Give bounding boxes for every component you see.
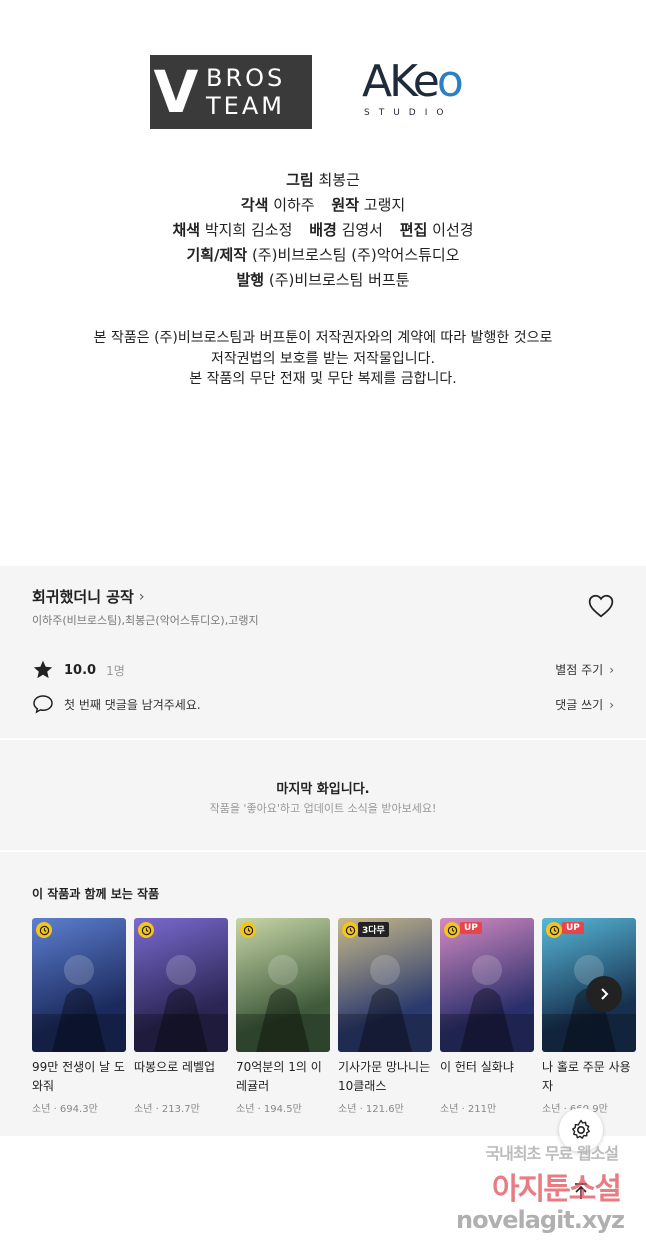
vbros-logo-letter: V <box>153 58 199 126</box>
credit-line-art: 그림 최봉근 <box>286 171 360 189</box>
recommendation-title: 나 홀로 주문 사용자 <box>542 1060 631 1093</box>
rate-button[interactable]: 별점 주기 › <box>555 661 614 678</box>
akeo-logo-main: AKeo <box>362 56 464 107</box>
credits-section: V BROS TEAM AKeo STUDIO 그림 최봉근 각색 이하주 원작… <box>0 0 646 566</box>
clock-icon <box>546 922 562 938</box>
recommendation-meta: 소년 · 121.6만 <box>338 1104 404 1115</box>
rating-row: 10.0 1명 <box>32 659 125 681</box>
recommendation-meta: 소년 · 694.3만 <box>32 1104 98 1115</box>
recommendation-title: 이 헌터 실화냐 <box>440 1060 514 1074</box>
rater-count: 1명 <box>106 663 125 678</box>
rating-score: 10.0 <box>64 662 97 678</box>
recommendation-card[interactable]: UP 이 헌터 실화냐 소년 · 211만 <box>440 918 534 1115</box>
work-title: 회귀했더니 공작 <box>32 588 134 606</box>
cover-art <box>32 955 126 1052</box>
chevron-right-icon: › <box>609 662 614 677</box>
chevron-right-icon <box>601 988 609 1000</box>
gear-icon <box>572 1119 590 1139</box>
speech-bubble-icon <box>33 695 53 714</box>
work-info-section: 회귀했더니 공작 › 이하주(비브로스팀),최봉근(악어스튜디오),고랭지 10… <box>0 566 646 738</box>
status-badge: 3다무 <box>358 922 389 937</box>
recommendation-meta: 소년 · 213.7만 <box>134 1104 200 1115</box>
last-episode-subtitle: 작품을 '좋아요'하고 업데이트 소식을 받아보세요! <box>209 802 437 815</box>
recommendation-meta: 소년 · 194.5만 <box>236 1104 302 1115</box>
cover-thumbnail <box>134 918 228 1052</box>
recommendation-card[interactable]: 70억분의 1의 이레귤러 소년 · 194.5만 <box>236 918 330 1115</box>
cover-thumbnail <box>236 918 330 1052</box>
clock-icon <box>240 922 256 938</box>
comment-row: 첫 번째 댓글을 남겨주세요. <box>32 694 201 714</box>
akeo-studio-logo: AKeo STUDIO <box>362 60 487 124</box>
credit-line-production: 기획/제작 (주)비브로스팀 (주)악어스튜디오 <box>186 246 460 264</box>
credit-line-adaptation: 각색 이하주 원작 고랭지 <box>240 196 406 214</box>
clock-icon <box>36 922 52 938</box>
recommendation-card[interactable]: 99만 전생이 날 도와줘 소년 · 694.3만 <box>32 918 126 1115</box>
cover-art <box>338 955 432 1052</box>
work-title-link[interactable]: 회귀했더니 공작 › <box>32 586 144 607</box>
clock-icon <box>342 922 358 938</box>
scroll-top-button[interactable] <box>566 1176 596 1206</box>
recommendation-card[interactable]: 3다무 기사가문 망나니는 10클래스 소년 · 121.6만 <box>338 918 432 1115</box>
cover-art <box>440 955 534 1052</box>
carousel-next-button[interactable] <box>586 976 622 1012</box>
star-icon <box>33 660 53 679</box>
arrow-up-icon <box>575 1183 587 1199</box>
recommendations-heading: 이 작품과 함께 보는 작품 <box>32 887 160 901</box>
recommendation-title: 기사가문 망나니는 10클래스 <box>338 1060 431 1093</box>
copyright-notice: 본 작품은 (주)비브로스팀과 버프툰이 저작권자와의 계약에 따라 발행한 것… <box>93 330 553 387</box>
cover-art <box>134 955 228 1052</box>
vbros-team-logo: V BROS TEAM <box>150 55 312 129</box>
clock-icon <box>444 922 460 938</box>
heart-icon[interactable] <box>588 594 614 618</box>
recommendation-title: 70억분의 1의 이레귤러 <box>236 1060 322 1093</box>
settings-button[interactable] <box>559 1108 603 1152</box>
up-badge: UP <box>460 922 482 934</box>
recommendation-list: 99만 전생이 날 도와줘 소년 · 694.3만 따봉으로 레벨업 소년 · … <box>32 918 636 1115</box>
chevron-right-icon: › <box>138 588 145 605</box>
comment-prompt: 첫 번째 댓글을 남겨주세요. <box>64 697 201 712</box>
last-episode-title: 마지막 화입니다. <box>276 782 370 797</box>
recommendation-card[interactable]: 따봉으로 레벨업 소년 · 213.7만 <box>134 918 228 1115</box>
cover-thumbnail <box>32 918 126 1052</box>
recommendation-title: 따봉으로 레벨업 <box>134 1060 216 1074</box>
chevron-right-icon: › <box>609 697 614 712</box>
recommendation-title: 99만 전생이 날 도와줘 <box>32 1060 125 1093</box>
akeo-logo-sub: STUDIO <box>364 108 453 118</box>
cover-thumbnail: UP <box>440 918 534 1052</box>
work-authors: 이하주(비브로스팀),최봉근(악어스튜디오),고랭지 <box>32 614 259 627</box>
last-episode-section: 마지막 화입니다. 작품을 '좋아요'하고 업데이트 소식을 받아보세요! <box>0 740 646 850</box>
site-watermark: 국내최초 무료 웹소설 아지툰소설 novelagit.xyz <box>455 1144 625 1234</box>
cover-thumbnail: 3다무 <box>338 918 432 1052</box>
cover-art <box>236 955 330 1052</box>
recommendations-section: 이 작품과 함께 보는 작품 99만 전생이 날 도와줘 소년 · 694.3만 <box>0 852 646 1136</box>
recommendation-card[interactable]: UP 나 홀로 주문 사용자 소년 · 660.9만 <box>542 918 636 1115</box>
write-comment-button[interactable]: 댓글 쓰기 › <box>555 696 614 713</box>
credit-line-coloring: 채색 박지희 김소정 배경 김영서 편집 이선경 <box>172 221 474 239</box>
recommendation-meta: 소년 · 211만 <box>440 1104 497 1115</box>
vbros-logo-line1: BROS <box>206 64 286 92</box>
clock-icon <box>138 922 154 938</box>
up-badge: UP <box>562 922 584 934</box>
vbros-logo-line2: TEAM <box>206 92 285 120</box>
credit-lines: 그림 최봉근 각색 이하주 원작 고랭지 채색 박지희 김소정 배경 김영서 편… <box>0 168 646 293</box>
credit-line-publisher: 발행 (주)비브로스팀 버프툰 <box>236 271 410 289</box>
